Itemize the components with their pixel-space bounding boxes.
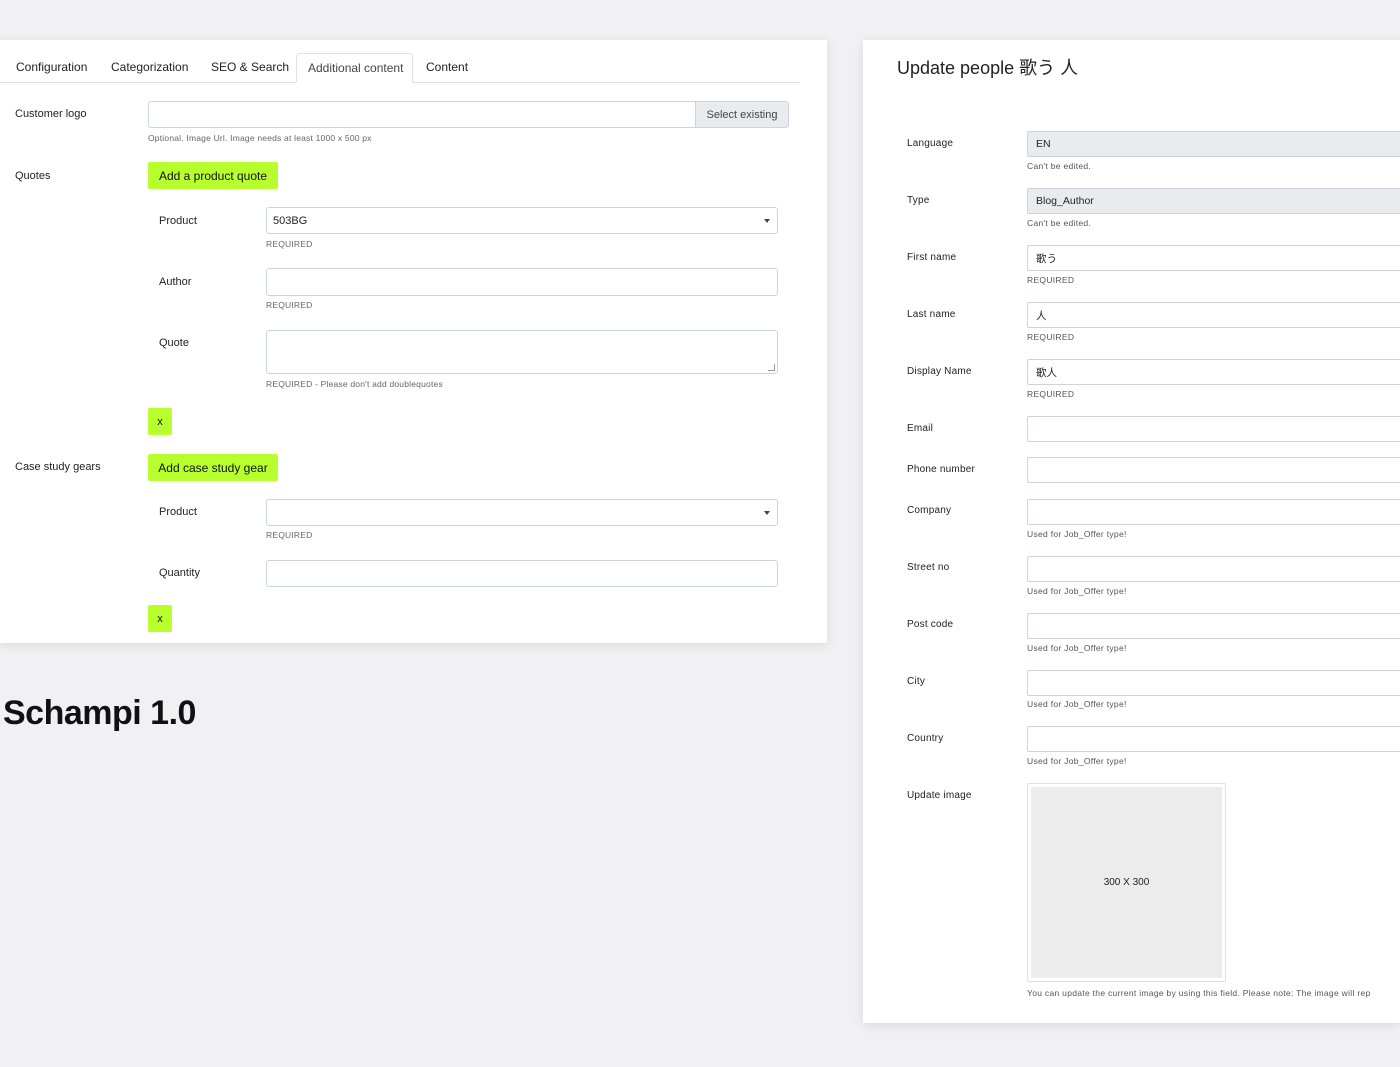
gear-product-select[interactable]	[266, 499, 778, 526]
chevron-down-icon	[764, 511, 770, 515]
company-input[interactable]	[1027, 499, 1400, 525]
gear-quantity-label: Quantity	[159, 567, 200, 579]
country-input[interactable]	[1027, 726, 1400, 752]
gear-quantity-input[interactable]	[266, 560, 778, 587]
customer-logo-input[interactable]	[148, 101, 696, 128]
chevron-down-icon	[764, 219, 770, 223]
update-people-panel: Update people 歌う 人 Language EN Can't be …	[863, 40, 1400, 1023]
update-image-label: Update image	[907, 790, 972, 801]
tab-bar: Configuration Categorization SEO & Searc…	[0, 53, 800, 83]
city-help: Used for Job_Offer type!	[1027, 699, 1127, 709]
case-study-gears-label: Case study gears	[15, 461, 101, 473]
tab-additional-content[interactable]: Additional content	[296, 53, 413, 83]
type-label: Type	[907, 195, 930, 206]
update-image-help: You can update the current image by usin…	[1027, 988, 1371, 998]
gear-product-label: Product	[159, 506, 197, 518]
city-label: City	[907, 676, 926, 687]
language-label: Language	[907, 138, 954, 149]
post-code-label: Post code	[907, 619, 954, 630]
display-name-help: REQUIRED	[1027, 389, 1075, 399]
page-title: Update people 歌う 人	[897, 58, 1079, 78]
quote-textarea[interactable]	[266, 330, 778, 374]
display-name-label: Display Name	[907, 366, 972, 377]
type-help: Can't be edited.	[1027, 218, 1092, 228]
company-label: Company	[907, 505, 952, 516]
version-caption: Schampi 1.0	[3, 694, 196, 732]
add-product-quote-button[interactable]: Add a product quote	[148, 162, 278, 189]
quotes-label: Quotes	[15, 170, 51, 182]
city-input[interactable]	[1027, 670, 1400, 696]
street-no-label: Street no	[907, 562, 950, 573]
quote-text-label: Quote	[159, 337, 189, 349]
resize-handle-icon[interactable]	[768, 364, 775, 371]
quote-product-value: 503BG	[273, 214, 308, 227]
add-case-study-gear-button[interactable]: Add case study gear	[148, 454, 278, 481]
quote-author-label: Author	[159, 276, 192, 288]
last-name-label: Last name	[907, 309, 956, 320]
post-code-input[interactable]	[1027, 613, 1400, 639]
first-name-input[interactable]: 歌う	[1027, 245, 1400, 271]
post-code-help: Used for Job_Offer type!	[1027, 643, 1127, 653]
type-field: Blog_Author	[1027, 188, 1400, 214]
customer-logo-help: Optional. Image Url. Image needs at leas…	[148, 133, 372, 143]
remove-quote-button[interactable]: x	[148, 408, 172, 435]
tab-content[interactable]: Content	[415, 53, 479, 81]
gear-product-help: REQUIRED	[266, 530, 313, 540]
country-help: Used for Job_Offer type!	[1027, 756, 1127, 766]
quote-author-help: REQUIRED	[266, 300, 313, 310]
quote-text-help: REQUIRED - Please don't add doublequotes	[266, 379, 443, 389]
quote-product-select[interactable]: 503BG	[266, 207, 778, 234]
remove-gear-button[interactable]: x	[148, 605, 172, 632]
first-name-label: First name	[907, 252, 957, 263]
product-edit-panel: Configuration Categorization SEO & Searc…	[0, 40, 827, 643]
quote-author-input[interactable]	[266, 268, 778, 296]
language-help: Can't be edited.	[1027, 161, 1092, 171]
select-existing-button[interactable]: Select existing	[695, 101, 789, 128]
phone-number-label: Phone number	[907, 464, 976, 475]
image-upload-box[interactable]: 300 X 300	[1027, 783, 1226, 982]
street-no-help: Used for Job_Offer type!	[1027, 586, 1127, 596]
company-help: Used for Job_Offer type!	[1027, 529, 1127, 539]
tab-categorization[interactable]: Categorization	[100, 53, 199, 81]
first-name-help: REQUIRED	[1027, 275, 1075, 285]
language-field: EN	[1027, 131, 1400, 157]
street-no-input[interactable]	[1027, 556, 1400, 582]
last-name-input[interactable]: 人	[1027, 302, 1400, 328]
tab-seo-search[interactable]: SEO & Search	[200, 53, 300, 81]
email-label: Email	[907, 423, 934, 434]
display-name-input[interactable]: 歌人	[1027, 359, 1400, 385]
country-label: Country	[907, 733, 944, 744]
quote-product-label: Product	[159, 215, 197, 227]
email-input[interactable]	[1027, 416, 1400, 442]
customer-logo-label: Customer logo	[15, 108, 87, 120]
image-placeholder: 300 X 300	[1031, 787, 1222, 978]
tab-configuration[interactable]: Configuration	[5, 53, 98, 81]
last-name-help: REQUIRED	[1027, 332, 1075, 342]
quote-product-help: REQUIRED	[266, 239, 313, 249]
phone-number-input[interactable]	[1027, 457, 1400, 483]
